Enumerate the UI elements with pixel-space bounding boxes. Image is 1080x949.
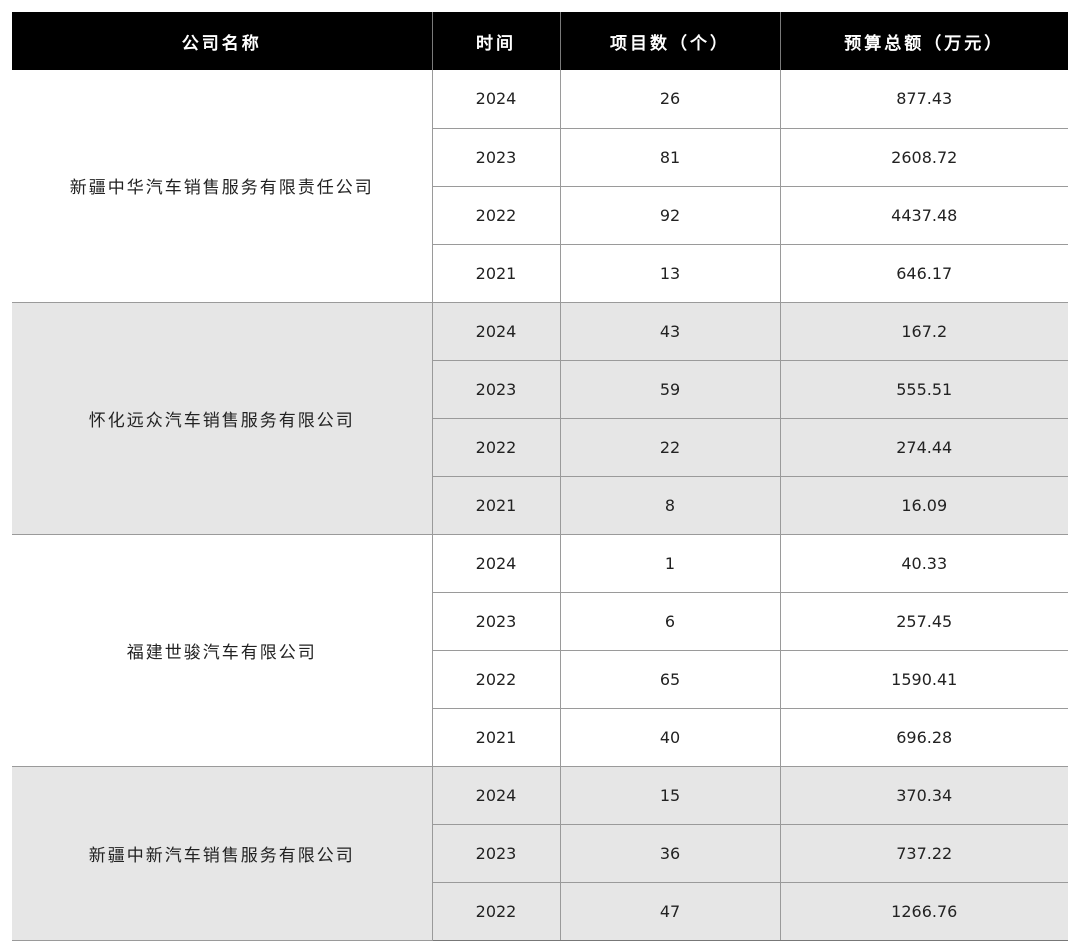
year-cell: 2022 — [432, 418, 561, 477]
table-row: 新疆中华汽车销售服务有限责任公司 2024 26 877.43 — [12, 70, 1068, 303]
company-cell: 新疆中华汽车销售服务有限责任公司 — [12, 70, 433, 303]
count-cell: 81 — [560, 128, 781, 187]
count-cell: 36 — [560, 824, 781, 883]
year-cell: 2023 — [432, 360, 561, 419]
table-row: 新疆中新汽车销售服务有限公司 2024 15 370.34 — [12, 766, 1068, 941]
year-cell: 2021 — [432, 708, 561, 767]
company-cell: 新疆中新汽车销售服务有限公司 — [12, 766, 433, 941]
count-cell: 40 — [560, 708, 781, 767]
count-cell: 8 — [560, 476, 781, 535]
count-cell: 13 — [560, 244, 781, 303]
budget-table-container: 公司名称 时间 项目数（个） 预算总额（万元） 新疆中华汽车销售服务有限责任公司… — [12, 12, 1068, 941]
count-cell: 59 — [560, 360, 781, 419]
budget-cell: 257.45 — [780, 592, 1068, 651]
year-cell: 2021 — [432, 244, 561, 303]
count-cell: 15 — [560, 766, 781, 825]
company-cell: 怀化远众汽车销售服务有限公司 — [12, 302, 433, 535]
year-cell: 2023 — [432, 824, 561, 883]
budget-cell: 1266.76 — [780, 882, 1068, 941]
count-cell: 47 — [560, 882, 781, 941]
count-cell: 92 — [560, 186, 781, 245]
budget-cell: 696.28 — [780, 708, 1068, 767]
budget-cell: 2608.72 — [780, 128, 1068, 187]
budget-cell: 555.51 — [780, 360, 1068, 419]
year-cell: 2021 — [432, 476, 561, 535]
header-count: 项目数（个） — [560, 12, 781, 70]
count-cell: 65 — [560, 650, 781, 709]
budget-cell: 1590.41 — [780, 650, 1068, 709]
year-cell: 2022 — [432, 186, 561, 245]
budget-cell: 4437.48 — [780, 186, 1068, 245]
header-budget: 预算总额（万元） — [780, 12, 1068, 70]
count-cell: 43 — [560, 302, 781, 361]
count-cell: 6 — [560, 592, 781, 651]
year-cell: 2023 — [432, 128, 561, 187]
budget-table: 公司名称 时间 项目数（个） 预算总额（万元） 新疆中华汽车销售服务有限责任公司… — [12, 12, 1068, 941]
budget-cell: 40.33 — [780, 534, 1068, 593]
year-cell: 2022 — [432, 650, 561, 709]
count-cell: 1 — [560, 534, 781, 593]
header-company: 公司名称 — [12, 12, 433, 70]
count-cell: 26 — [560, 70, 781, 129]
year-cell: 2024 — [432, 534, 561, 593]
year-cell: 2023 — [432, 592, 561, 651]
year-cell: 2024 — [432, 302, 561, 361]
budget-cell: 646.17 — [780, 244, 1068, 303]
budget-cell: 737.22 — [780, 824, 1068, 883]
budget-cell: 877.43 — [780, 70, 1068, 129]
budget-cell: 16.09 — [780, 476, 1068, 535]
budget-cell: 370.34 — [780, 766, 1068, 825]
table-row: 福建世骏汽车有限公司 2024 1 40.33 — [12, 534, 1068, 767]
count-cell: 22 — [560, 418, 781, 477]
year-cell: 2022 — [432, 882, 561, 941]
header-year: 时间 — [432, 12, 561, 70]
table-row: 怀化远众汽车销售服务有限公司 2024 43 167.2 — [12, 302, 1068, 535]
company-cell: 福建世骏汽车有限公司 — [12, 534, 433, 767]
budget-cell: 274.44 — [780, 418, 1068, 477]
budget-cell: 167.2 — [780, 302, 1068, 361]
table-header-row: 公司名称 时间 项目数（个） 预算总额（万元） — [12, 12, 1068, 70]
year-cell: 2024 — [432, 766, 561, 825]
year-cell: 2024 — [432, 70, 561, 129]
